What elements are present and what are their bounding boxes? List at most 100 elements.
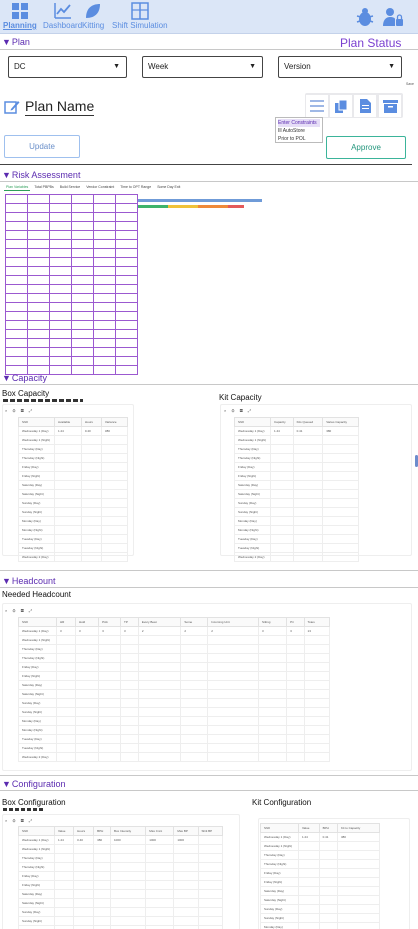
- plan-name-field[interactable]: Plan Name: [25, 98, 95, 116]
- table-row[interactable]: Wednesday 1 (Night): [18, 435, 129, 445]
- table-row[interactable]: Wednesday 2 (Day): [18, 752, 331, 762]
- table-row[interactable]: Sunday (Day): [18, 698, 331, 708]
- table-row[interactable]: Thursday (Day): [260, 850, 381, 860]
- risk-tab[interactable]: Some Day Exit: [155, 184, 182, 191]
- table-row[interactable]: Friday (Night): [18, 471, 129, 481]
- archive-button[interactable]: [379, 95, 401, 117]
- column-header[interactable]: Some: [180, 617, 209, 627]
- table-row[interactable]: Friday (Day): [260, 868, 381, 878]
- table-row[interactable]: Tuesday (Day): [18, 734, 331, 744]
- table-row[interactable]: Friday (Night): [234, 471, 359, 481]
- table-row[interactable]: Monday (Day): [18, 716, 331, 726]
- nav-dashboard[interactable]: Dashboard: [43, 2, 82, 30]
- table-row[interactable]: Saturday (Night): [260, 895, 381, 905]
- table-row[interactable]: Friday (Day): [18, 462, 129, 472]
- table-row[interactable]: Thursday (Night): [234, 453, 359, 463]
- column-header[interactable]: Variance: [100, 417, 129, 427]
- column-header[interactable]: Kit to Capacity: [336, 823, 381, 833]
- table-row[interactable]: Monday (Night): [234, 525, 359, 535]
- table-row[interactable]: Wednesday 1 (Day) 1.24 0.41 380: [260, 832, 381, 842]
- table-row[interactable]: Wednesday 1 (Night): [18, 635, 331, 645]
- table-row[interactable]: Friday (Day): [18, 871, 223, 881]
- table-row[interactable]: Monday (Day): [234, 516, 359, 526]
- table-row[interactable]: Wednesday 1 (Day) 1.24 0.40 380 1000 1000 1000: [18, 835, 223, 845]
- edit-icon[interactable]: [4, 99, 20, 115]
- configuration-section-header[interactable]: ▼Configuration: [2, 779, 65, 789]
- table-row[interactable]: Friday (Night): [260, 877, 381, 887]
- risk-tab[interactable]: Plan Variables: [4, 184, 31, 191]
- column-header[interactable]: Shiit BP: [197, 826, 223, 836]
- risk-tab[interactable]: Time to OPT Range: [118, 184, 153, 191]
- table-row[interactable]: Wednesday 1 (Day) 3 3 3 3 2 2 2 3 3 13: [18, 626, 331, 636]
- table-row[interactable]: Saturday (Day): [18, 680, 331, 690]
- column-header[interactable]: Value: [298, 823, 320, 833]
- table-row[interactable]: Monday (Night): [18, 725, 331, 735]
- table-row[interactable]: Sunday (Day): [18, 498, 129, 508]
- column-header[interactable]: HR: [56, 617, 76, 627]
- table-row[interactable]: Monday (Night): [18, 525, 129, 535]
- column-header[interactable]: Capacity: [270, 417, 294, 427]
- week-select[interactable]: Week ▼: [142, 56, 263, 78]
- table-row[interactable]: Tuesday (Day): [18, 534, 129, 544]
- headcount-section-header[interactable]: ▼Headcount: [2, 576, 55, 586]
- column-header[interactable]: Kits Queued: [292, 417, 324, 427]
- column-header[interactable]: TP: [120, 617, 139, 627]
- table-row[interactable]: Thursday (Day): [18, 644, 331, 654]
- column-header[interactable]: Pick: [98, 617, 122, 627]
- nav-kitting[interactable]: Kitting: [82, 2, 104, 30]
- menu-item[interactable]: Prior to POL: [278, 135, 320, 143]
- document-button[interactable]: [354, 95, 376, 117]
- column-header[interactable]: Sitting: [258, 617, 288, 627]
- copy-button[interactable]: [330, 95, 352, 117]
- column-header[interactable]: Hours: [80, 417, 102, 427]
- risk-tab[interactable]: Total PBPBs: [32, 184, 55, 191]
- table-row[interactable]: Saturday (Night): [234, 489, 359, 499]
- menu-item[interactable]: Ill AutoStore: [278, 127, 320, 135]
- dc-select[interactable]: DC ▼: [8, 56, 127, 78]
- table-row[interactable]: Sunday (Night): [234, 507, 359, 517]
- nav-shift-simulation[interactable]: Shift Simulation: [112, 2, 168, 30]
- table-row[interactable]: Wednesday 2 (Day): [234, 552, 359, 562]
- column-header[interactable]: Every Beat: [137, 617, 182, 627]
- column-header[interactable]: Box Intensity: [109, 826, 147, 836]
- table-row[interactable]: Tuesday (Night): [18, 743, 331, 753]
- plan-section-header[interactable]: ▼Plan: [2, 37, 30, 47]
- column-header[interactable]: Pri: [286, 617, 305, 627]
- column-header[interactable]: Max Cnnt: [145, 826, 175, 836]
- column-header[interactable]: BPH: [93, 826, 111, 836]
- risk-section-header[interactable]: ▼Risk Assessment: [2, 170, 80, 180]
- column-header[interactable]: Incoming Unit: [207, 617, 260, 627]
- table-row[interactable]: Wednesday 1 (Day) 1.44 0.41 380: [234, 426, 359, 436]
- table-row[interactable]: Thursday (Night): [18, 653, 331, 663]
- column-header[interactable]: Totes: [303, 617, 331, 627]
- list-view-button[interactable]: [306, 95, 328, 117]
- column-header[interactable]: Shift: [18, 826, 55, 836]
- table-row[interactable]: Friday (Night): [18, 671, 331, 681]
- column-header[interactable]: Shift: [234, 417, 271, 427]
- table-row[interactable]: Sunday (Night): [18, 916, 223, 926]
- table-toolbar-icons[interactable]: ⌕ ⚙ ▦ ⤢: [5, 408, 34, 413]
- table-row[interactable]: Friday (Day): [18, 662, 331, 672]
- table-toolbar-icons[interactable]: ⌕ ⚙ ▦ ⤢: [224, 408, 253, 413]
- column-header[interactable]: Max BP: [173, 826, 199, 836]
- table-row[interactable]: Saturday (Night): [18, 898, 223, 908]
- table-row[interactable]: Tuesday (Night): [234, 543, 359, 553]
- table-row[interactable]: Wednesday 2 (Day): [18, 552, 129, 562]
- nav-planning[interactable]: Planning: [3, 2, 37, 30]
- table-row[interactable]: Friday (Night): [18, 880, 223, 890]
- table-row[interactable]: Thursday (Day): [18, 853, 223, 863]
- column-header[interactable]: Varies Capacity: [322, 417, 359, 427]
- column-header[interactable]: Hours: [73, 826, 95, 836]
- table-row[interactable]: Monday (Day): [260, 922, 381, 929]
- column-header[interactable]: Value: [53, 826, 75, 836]
- table-row[interactable]: Thursday (Day): [234, 444, 359, 454]
- column-header[interactable]: Shift: [18, 617, 57, 627]
- table-row[interactable]: Sunday (Day): [18, 907, 223, 917]
- capacity-section-header[interactable]: ▼Capacity: [2, 373, 47, 383]
- table-row[interactable]: Saturday (Night): [18, 489, 129, 499]
- version-select[interactable]: Version ▼: [278, 56, 402, 78]
- table-row[interactable]: Saturday (Day): [18, 480, 129, 490]
- table-row[interactable]: Wednesday 1 (Day) 1.24 0.40 380: [18, 426, 129, 436]
- table-row[interactable]: Thursday (Night): [260, 859, 381, 869]
- table-row[interactable]: Sunday (Night): [18, 507, 129, 517]
